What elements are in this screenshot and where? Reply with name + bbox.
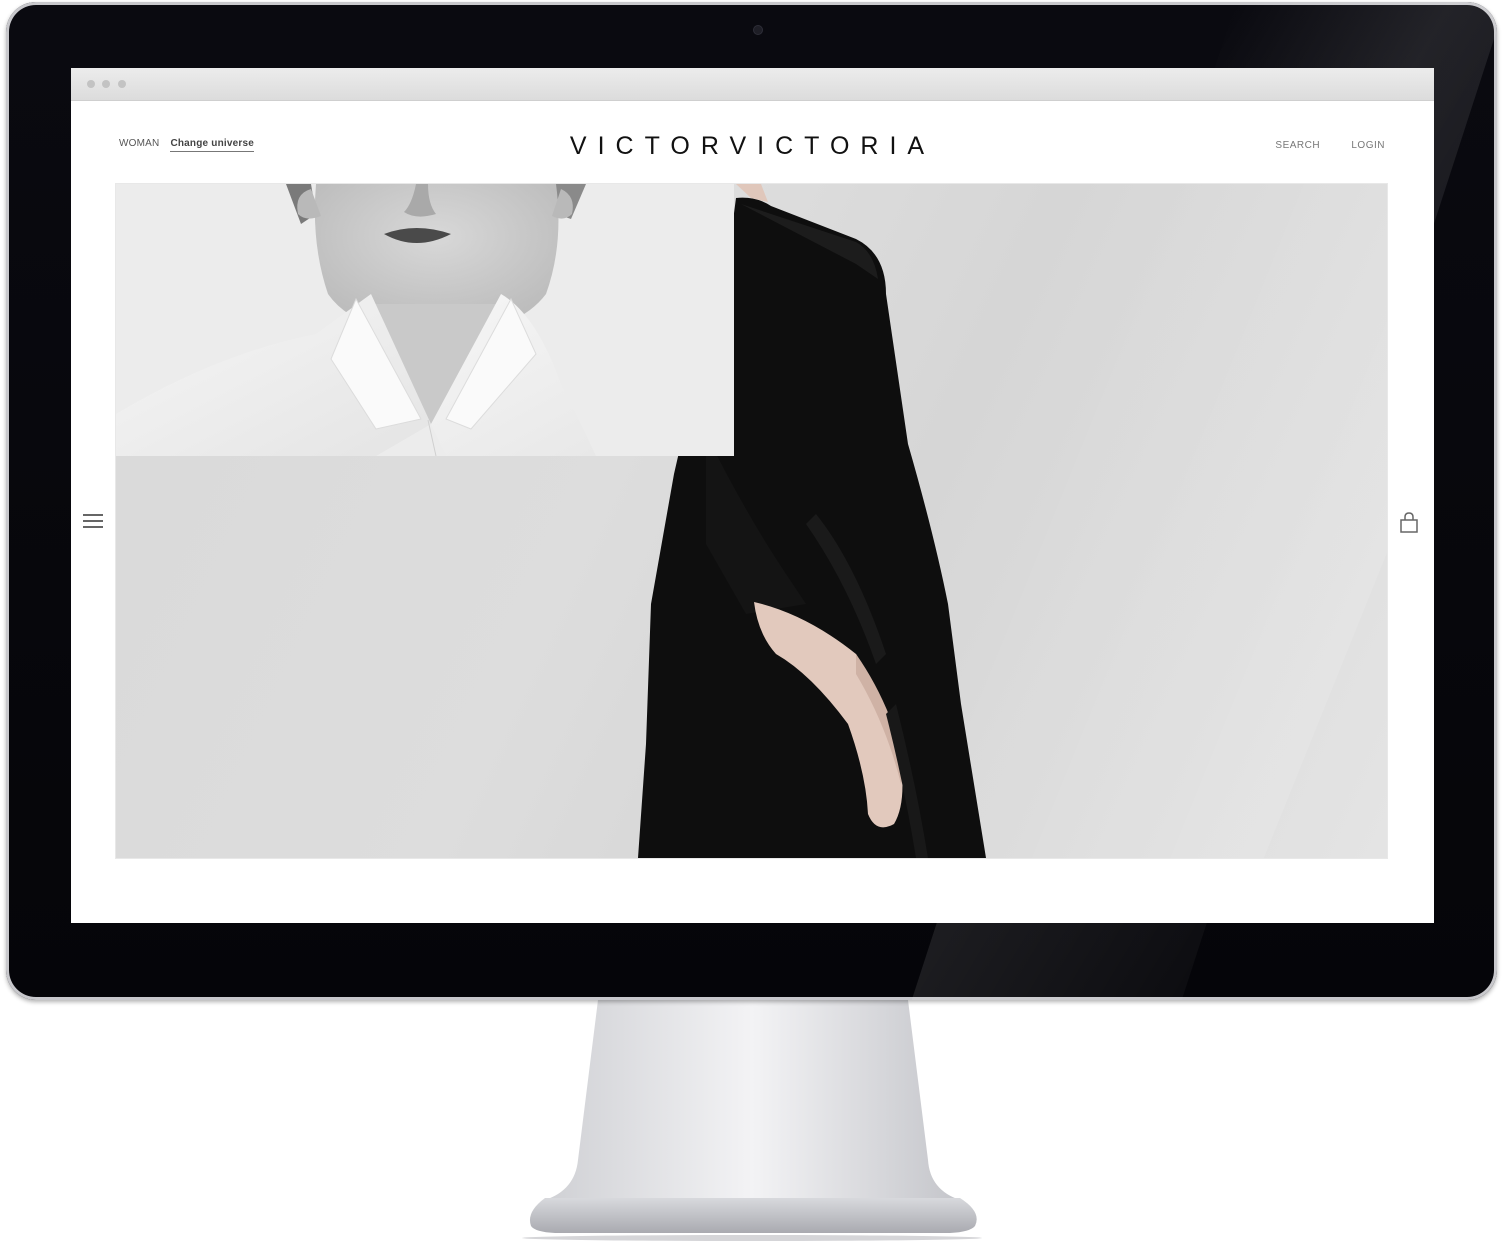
- browser-title-bar: [71, 68, 1434, 101]
- search-link[interactable]: SEARCH: [1275, 140, 1320, 151]
- brand-logo[interactable]: VICTORVICTORIA: [71, 132, 1434, 161]
- model-portrait-image: [116, 184, 734, 456]
- window-close-button[interactable]: [87, 80, 95, 88]
- hero-banner[interactable]: [115, 183, 1388, 859]
- browser-screen: WOMAN Change universe VICTORVICTORIA SEA…: [71, 68, 1434, 923]
- camera-icon: [754, 26, 762, 34]
- shopping-bag-icon[interactable]: [1399, 512, 1419, 534]
- hamburger-menu-icon[interactable]: [83, 514, 103, 530]
- portrait-illustration: [116, 184, 734, 456]
- window-minimize-button[interactable]: [102, 80, 110, 88]
- header-actions: SEARCH LOGIN: [1247, 140, 1385, 151]
- login-link[interactable]: LOGIN: [1351, 140, 1385, 151]
- window-maximize-button[interactable]: [118, 80, 126, 88]
